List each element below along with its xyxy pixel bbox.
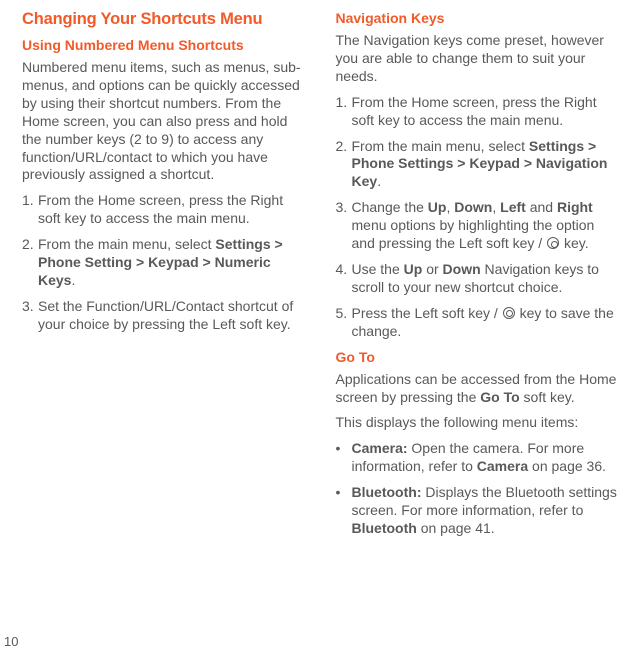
steps-navkeys: From the Home screen, press the Right so… — [336, 94, 618, 341]
list-item: Press the Left soft key / key to save th… — [336, 305, 618, 341]
ok-key-icon — [503, 307, 515, 319]
list-item: From the Home screen, press the Right so… — [336, 94, 618, 130]
right-column: Navigation Keys The Navigation keys come… — [336, 10, 618, 546]
ok-key-icon — [547, 237, 559, 249]
list-item: Change the Up, Down, Left and Right menu… — [336, 199, 618, 253]
list-item: From the Home screen, press the Right so… — [22, 192, 304, 228]
intro-numbered: Numbered menu items, such as menus, sub-… — [22, 59, 304, 184]
intro-navkeys: The Navigation keys come preset, however… — [336, 32, 618, 86]
subheading-navkeys: Navigation Keys — [336, 10, 618, 26]
list-item: Set the Function/URL/Contact shortcut of… — [22, 298, 304, 334]
page-number: 10 — [4, 634, 18, 649]
subheading-numbered: Using Numbered Menu Shortcuts — [22, 37, 304, 53]
intro-goto: Applications can be accessed from the Ho… — [336, 371, 618, 407]
page-columns: Changing Your Shortcuts Menu Using Numbe… — [22, 10, 617, 546]
list-item: From the main menu, select Settings > Ph… — [22, 236, 304, 290]
list-item: From the main menu, select Settings > Ph… — [336, 138, 618, 192]
list-item: Bluetooth: Displays the Bluetooth settin… — [336, 484, 618, 538]
left-column: Changing Your Shortcuts Menu Using Numbe… — [22, 10, 304, 546]
list-item: Camera: Open the camera. For more inform… — [336, 440, 618, 476]
sub-goto: This displays the following menu items: — [336, 414, 618, 432]
subheading-goto: Go To — [336, 349, 618, 365]
steps-numbered: From the Home screen, press the Right so… — [22, 192, 304, 333]
list-item: Use the Up or Down Navigation keys to sc… — [336, 261, 618, 297]
section-heading-shortcuts: Changing Your Shortcuts Menu — [22, 10, 304, 29]
goto-items: Camera: Open the camera. For more inform… — [336, 440, 618, 538]
